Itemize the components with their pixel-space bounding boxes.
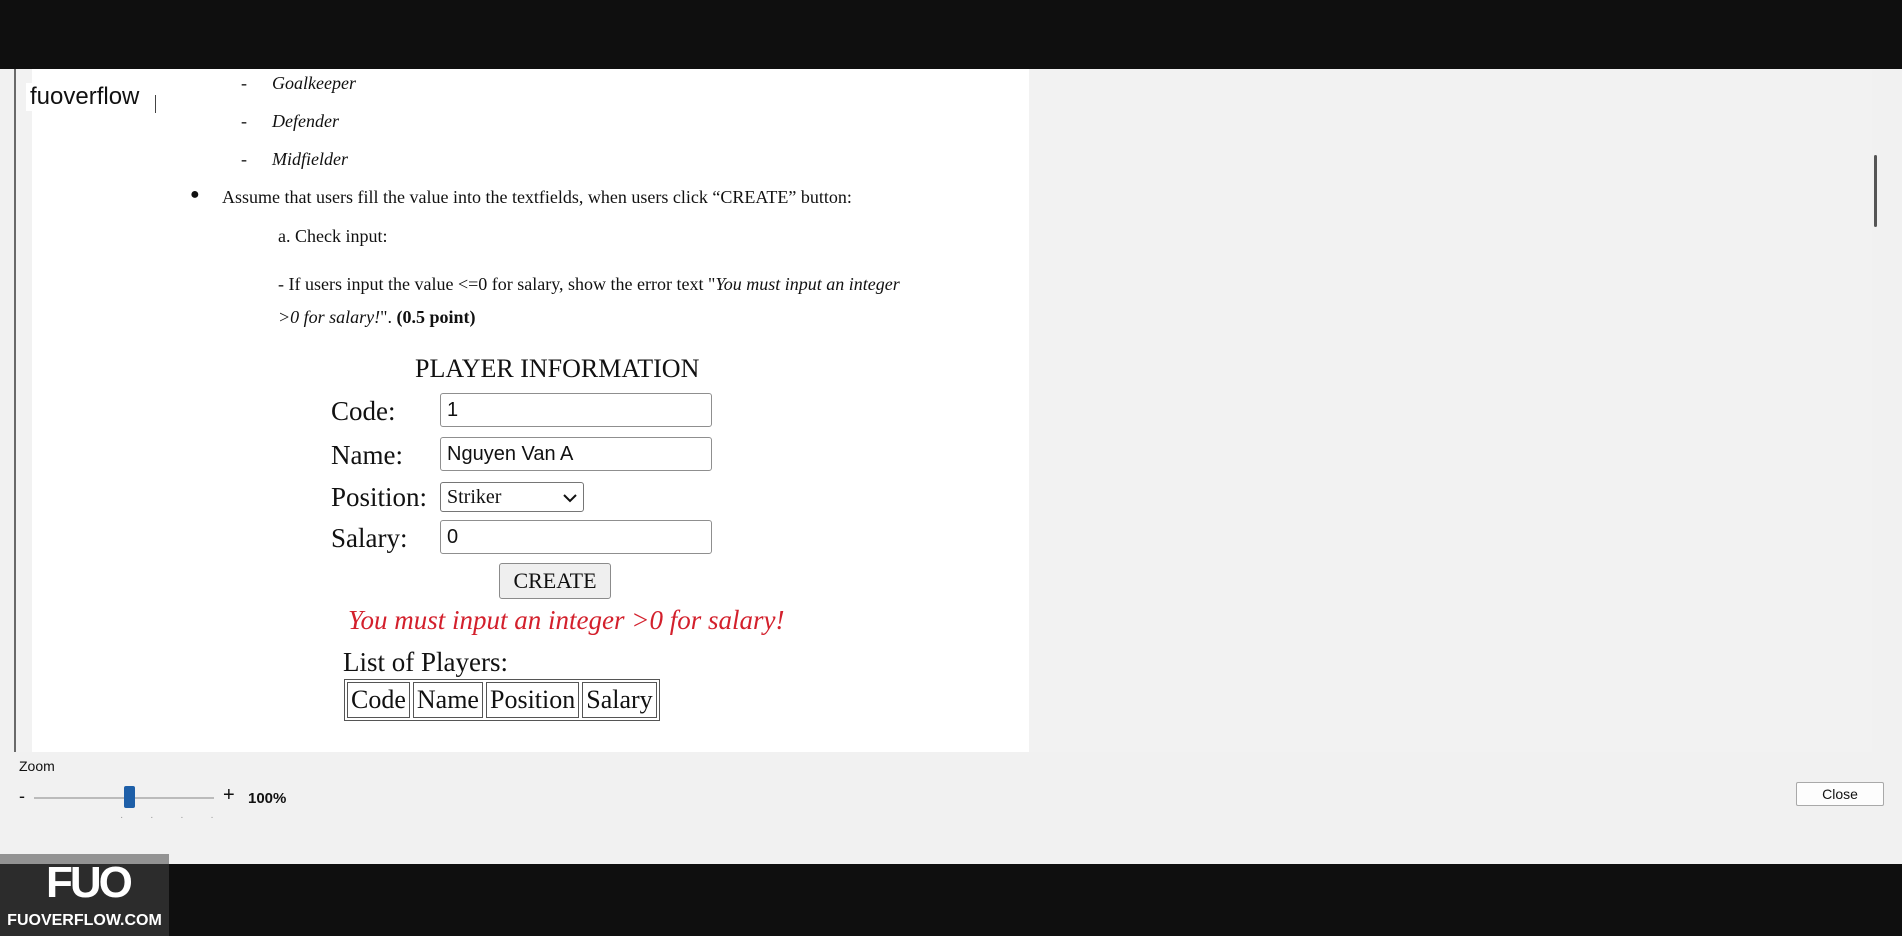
position-item: Midfielder	[272, 149, 348, 169]
rule-line-2: >0 for salary!". (0.5 point)	[278, 307, 476, 328]
rule-italic: You must input an integer	[715, 274, 900, 294]
table-header-code: Code	[347, 682, 410, 718]
code-input[interactable]: 1	[440, 393, 712, 427]
code-label: Code:	[331, 396, 396, 426]
list-dash: -	[241, 111, 247, 131]
form-title: PLAYER INFORMATION	[415, 354, 700, 383]
position-select-value: Striker	[447, 485, 502, 508]
bullet-dot: ●	[190, 186, 200, 203]
rule-end: ".	[380, 307, 397, 327]
table-header-name: Name	[412, 682, 483, 718]
position-select[interactable]: Striker	[440, 482, 584, 512]
create-button[interactable]: CREATE	[499, 563, 611, 599]
text-caret	[155, 95, 156, 113]
table-header-salary: Salary	[582, 682, 657, 718]
close-button[interactable]: Close	[1796, 782, 1884, 806]
position-item: Goalkeeper	[272, 73, 356, 93]
zoom-bar: Zoom - · · · · + 100% Close FUO FUOVERFL…	[0, 752, 1902, 936]
fuoverflow-logo: FUO FUOVERFLOW.COM	[0, 854, 169, 936]
zoom-label: Zoom	[19, 758, 55, 774]
list-dash: -	[241, 149, 247, 169]
salary-error-message: You must input an integer >0 for salary!	[348, 605, 785, 635]
bullet-text: Assume that users fill the value into th…	[222, 187, 852, 207]
window-title: fuoverflow	[26, 83, 144, 111]
players-list-title: List of Players:	[343, 647, 508, 677]
zoom-slider-ticks: · · · ·	[120, 812, 226, 823]
rule-italic-2: >0 for salary!	[278, 307, 381, 327]
zoom-in-button[interactable]: +	[223, 784, 235, 807]
list-dash: -	[241, 73, 247, 93]
rule-points: (0.5 point)	[396, 307, 476, 327]
zoom-slider-thumb[interactable]	[124, 786, 135, 808]
rule-text: - If users input the value <=0 for salar…	[278, 274, 716, 294]
name-label: Name:	[331, 440, 403, 470]
table-header-position: Position	[485, 682, 580, 718]
zoom-out-button[interactable]: -	[19, 786, 25, 807]
salary-input[interactable]: 0	[440, 520, 712, 554]
document-page: - Goalkeeper - Defender - Midfielder ● A…	[32, 69, 1029, 752]
position-label: Position:	[331, 482, 428, 512]
zoom-percentage: 100%	[248, 790, 287, 807]
position-item: Defender	[272, 111, 339, 131]
document-viewer-window: - Goalkeeper - Defender - Midfielder ● A…	[0, 69, 1902, 936]
document-viewport[interactable]: - Goalkeeper - Defender - Midfielder ● A…	[14, 69, 1872, 752]
rule-line-1: - If users input the value <=0 for salar…	[278, 274, 900, 295]
name-input[interactable]: Nguyen Van A	[440, 437, 712, 471]
players-table: Code Name Position Salary	[344, 679, 660, 721]
logo-brand: FUOVERFLOW.COM	[7, 912, 162, 929]
salary-label: Salary:	[331, 523, 408, 553]
vertical-scrollbar[interactable]	[1874, 155, 1877, 227]
logo-mark: FUO	[46, 858, 133, 907]
check-input-heading: a. Check input:	[278, 226, 388, 246]
chevron-down-icon	[563, 486, 577, 509]
